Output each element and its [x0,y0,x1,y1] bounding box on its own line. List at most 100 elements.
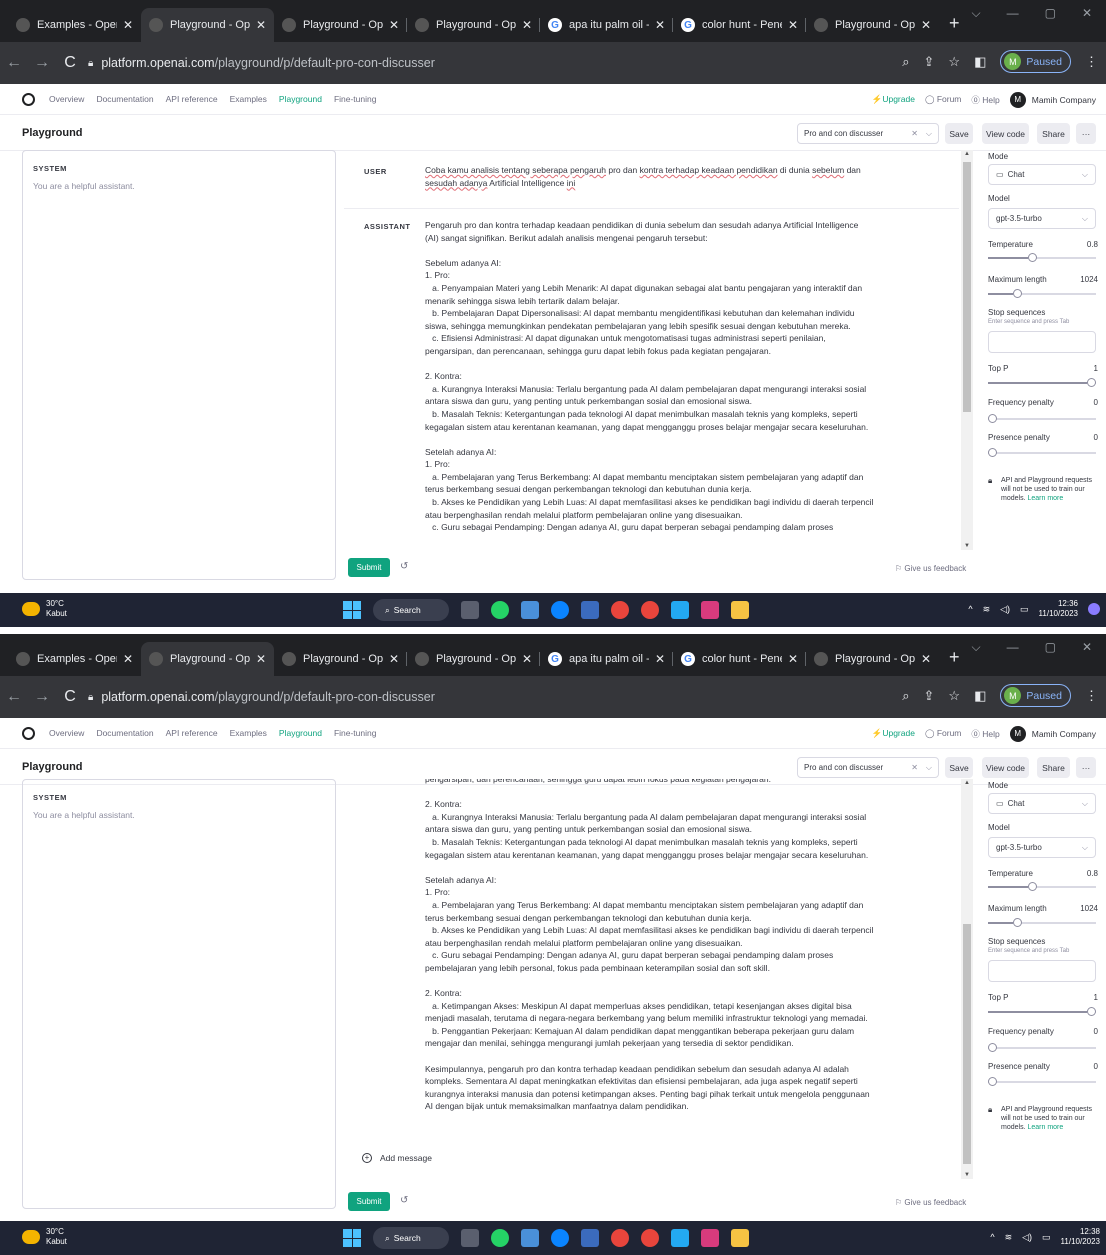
max_length-slider[interactable] [988,289,1096,298]
top_p-slider[interactable] [988,1007,1096,1016]
close-icon[interactable]: ✕ [921,18,931,32]
close-icon[interactable]: ✕ [921,652,931,666]
save-button[interactable]: Save [945,757,973,778]
assistant-message[interactable]: ASSISTANT Pengaruh pro dan kontra terhad… [344,209,959,549]
share-icon[interactable]: ⇪ [924,688,935,704]
vscode-icon[interactable] [671,1229,689,1247]
zoom-icon[interactable]: ⌕ [902,54,909,70]
close-icon[interactable]: ✕ [389,652,399,666]
share-icon[interactable]: ⇪ [924,54,935,70]
browser-tab[interactable]: Playground - Open ✕ [806,8,939,42]
frequency-penalty-value[interactable]: 0 [1094,398,1098,407]
battery-icon[interactable]: ▭ [1020,604,1029,615]
org-switcher[interactable]: M Mamih Company [1009,725,1096,742]
wifi-icon[interactable]: ≋ [1005,1232,1013,1243]
browser-tab[interactable]: Playground - Open ✕ [141,642,274,676]
bookmark-star-icon[interactable]: ☆ [948,688,960,704]
learn-more-link[interactable]: Learn more [1027,1124,1063,1131]
browser-tab[interactable]: G color hunt - Penelu ✕ [673,8,806,42]
forward-icon[interactable]: → [28,688,56,706]
volume-icon[interactable]: ◁) [1000,604,1010,615]
system-panel[interactable]: SYSTEM You are a helpful assistant. [22,150,336,580]
mode-select[interactable]: ▭ Chat ⌵ [988,793,1096,814]
conversation-panel[interactable]: USER Coba kamu analisis tentang seberapa… [344,150,959,550]
browser-tab[interactable]: Playground - Open ✕ [806,642,939,676]
volume-icon[interactable]: ◁) [1022,1232,1032,1243]
clock[interactable]: 12:38 11/10/2023 [1061,1227,1100,1247]
notification-badge[interactable] [1088,603,1100,615]
submit-button[interactable]: Submit [348,558,390,577]
preset-select[interactable]: Pro and con discusser ✕ ⌵ [797,757,939,778]
sidepanel-icon[interactable]: ◧ [974,54,986,70]
minimize-icon[interactable]: — [1007,640,1019,655]
close-icon[interactable]: ✕ [256,652,266,666]
max-length-value[interactable]: 1024 [1080,275,1098,284]
view-code-button[interactable]: View code [982,757,1029,778]
nav-link[interactable]: Fine-tuning [334,728,377,738]
view-code-button[interactable]: View code [982,123,1029,144]
nav-link[interactable]: Examples [230,94,267,104]
help-link[interactable]: ⓪ Help [971,728,999,740]
openai-logo-icon[interactable] [22,726,35,740]
assistant-message[interactable]: pengarsipan, dan perencanaan, sehingga g… [344,779,959,1189]
edge-icon[interactable] [551,601,569,619]
nav-link[interactable]: Playground [279,94,322,104]
conversation-scrollbar[interactable]: ▲ ▼ [961,150,973,550]
reload-icon[interactable]: C [56,688,84,706]
new-tab-icon[interactable]: + [939,13,970,42]
browser-tab[interactable]: G apa itu palm oil - P ✕ [540,642,673,676]
system-prompt[interactable]: You are a helpful assistant. [33,181,135,191]
close-icon[interactable]: ✕ [788,652,798,666]
nav-link[interactable]: Fine-tuning [334,94,377,104]
close-window-icon[interactable]: ✕ [1082,640,1092,655]
freq-slider[interactable] [988,414,1096,423]
conversation-panel[interactable]: pengarsipan, dan perencanaan, sehingga g… [344,779,959,1189]
preset-select[interactable]: Pro and con discusser ✕ ⌵ [797,123,939,144]
maximize-icon[interactable]: ▢ [1045,6,1056,21]
add-message-button[interactable]: + Add message [362,1153,432,1163]
conversation-scrollbar[interactable]: ▲ ▼ [961,779,973,1179]
learn-more-link[interactable]: Learn more [1027,495,1063,502]
close-icon[interactable]: ✕ [655,18,665,32]
chevron-up-icon[interactable]: ^ [990,1232,994,1242]
clock[interactable]: 12:36 11/10/2023 [1039,599,1078,619]
org-switcher[interactable]: M Mamih Company [1009,91,1096,108]
close-icon[interactable]: ✕ [123,652,133,666]
nav-link[interactable]: API reference [166,94,218,104]
profile-button[interactable]: M Paused [1000,684,1071,707]
upgrade-link[interactable]: ⚡Upgrade [872,728,915,739]
photos-icon[interactable] [581,601,599,619]
vscode-icon[interactable] [671,601,689,619]
more-options-button[interactable]: ··· [1076,757,1096,778]
wifi-icon[interactable]: ≋ [983,604,991,615]
nav-link[interactable]: Examples [230,728,267,738]
browser-tab[interactable]: G color hunt - Penelu ✕ [673,642,806,676]
max-length-value[interactable]: 1024 [1080,904,1098,913]
browser-tab[interactable]: Playground - Open ✕ [274,8,407,42]
close-icon[interactable]: ✕ [655,652,665,666]
feedback-link[interactable]: ⚐ Give us feedback [895,1198,966,1207]
whatsapp-icon[interactable] [491,1229,509,1247]
browser-tab[interactable]: Examples - OpenAI ✕ [8,8,141,42]
max_length-slider[interactable] [988,918,1096,927]
temperature-slider[interactable] [988,253,1096,262]
chrome-profile-icon[interactable] [641,601,659,619]
openai-logo-icon[interactable] [22,92,35,106]
tab-search-icon[interactable]: ⌵ [971,6,980,21]
profile-button[interactable]: M Paused [1000,50,1071,73]
taskbar-search[interactable]: ⌕ Search [373,599,449,621]
back-icon[interactable]: ← [0,688,28,706]
temperature-value[interactable]: 0.8 [1087,240,1098,249]
presence-penalty-value[interactable]: 0 [1094,1062,1098,1071]
browser-tab[interactable]: G apa itu palm oil - P ✕ [540,8,673,42]
taskbar-search[interactable]: ⌕ Search [373,1227,449,1249]
browser-menu-icon[interactable]: ⋮ [1085,688,1098,704]
nav-link[interactable]: Documentation [96,728,153,738]
new-tab-icon[interactable]: + [939,647,970,676]
notepad-icon[interactable] [521,1229,539,1247]
stop-sequences-input[interactable] [988,960,1096,982]
share-button[interactable]: Share [1037,123,1070,144]
top_p-slider[interactable] [988,378,1096,387]
sidepanel-icon[interactable]: ◧ [974,688,986,704]
temperature-slider[interactable] [988,882,1096,891]
